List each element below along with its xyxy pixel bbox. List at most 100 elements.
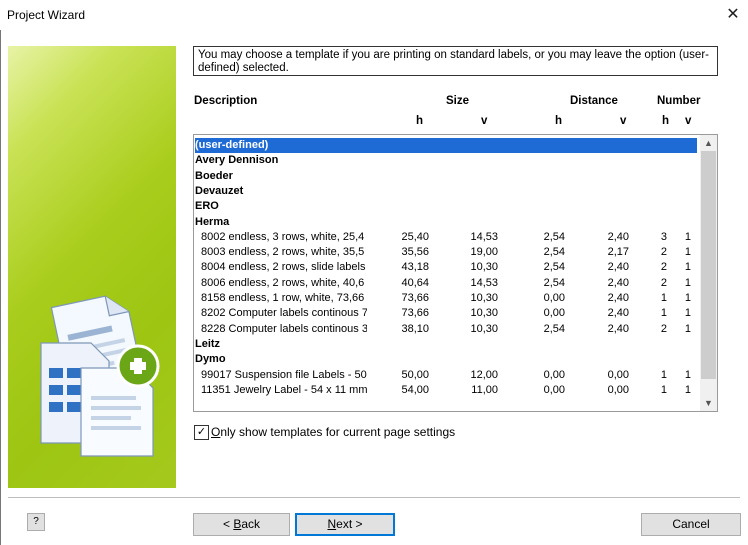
cell-distance-v: 2,40 xyxy=(607,322,629,335)
cell-description: Avery Dennison xyxy=(195,154,279,167)
close-icon[interactable]: ✕ xyxy=(718,0,748,30)
header-number-v: v xyxy=(685,115,692,127)
cancel-button[interactable]: Cancel xyxy=(641,513,741,536)
cell-number-h: 2 xyxy=(660,276,667,289)
document-add-illustration-icon xyxy=(40,295,160,457)
back-button[interactable]: < Back xyxy=(193,513,290,536)
template-group-row[interactable]: Avery Dennison xyxy=(195,153,697,168)
template-list[interactable]: 11351 Jewelry Label - 54 x 11 mm 54,00 11,… xyxy=(193,134,718,412)
cell-description: 8202 Computer labels continous 7 xyxy=(201,307,367,320)
cell-size-v: 10,30 xyxy=(470,322,498,335)
cell-description: Devauzet xyxy=(195,184,244,197)
cell-description: 8228 Computer labels continous 3 xyxy=(201,322,367,335)
next-button[interactable]: Next > xyxy=(295,513,395,536)
title-bar: Project Wizard ✕ xyxy=(0,0,748,30)
cell-size-h: 73,66 xyxy=(401,292,429,304)
cell-size-v: 12,00 xyxy=(470,368,498,381)
scroll-down-arrow-icon[interactable]: ▼ xyxy=(700,395,717,411)
cell-description: 8003 endless, 2 rows, white, 35,5 xyxy=(201,246,365,259)
cell-number-v: 1 xyxy=(684,383,691,396)
cell-distance-h: 0,00 xyxy=(543,368,565,381)
cell-size-v: 11,00 xyxy=(471,383,498,396)
template-row[interactable]: 8006 endless, 2 rows, white, 40,6 40,64 14… xyxy=(195,276,697,291)
cell-distance-v: 2,40 xyxy=(607,230,629,243)
cell-number-h: 1 xyxy=(660,292,667,304)
cell-size-h: 25,40 xyxy=(401,230,429,243)
cell-number-v: 1 xyxy=(684,246,691,259)
cell-distance-h: 0,00 xyxy=(543,383,565,396)
cell-description: 8002 endless, 3 rows, white, 25,4 xyxy=(201,230,365,243)
cell-size-v: 14,53 xyxy=(470,276,498,289)
template-group-row[interactable]: ERO xyxy=(195,199,697,214)
cell-distance-h: 0,00 xyxy=(543,292,565,304)
window-left-edge xyxy=(0,30,1,545)
cell-size-v: 14,53 xyxy=(470,230,498,243)
header-size-h: h xyxy=(416,115,424,127)
cell-distance-v: 0,00 xyxy=(607,383,629,396)
cell-size-v: 10,30 xyxy=(470,261,498,274)
template-group-row[interactable]: Herma xyxy=(195,215,697,230)
scroll-up-arrow-icon[interactable]: ▲ xyxy=(700,135,717,151)
cell-number-v: 1 xyxy=(684,276,691,289)
cell-size-v: 10,30 xyxy=(470,307,498,320)
instructions-text: You may choose a template if you are pri… xyxy=(193,46,718,76)
header-description: Description xyxy=(194,95,258,107)
cell-distance-v: 2,40 xyxy=(607,261,629,274)
template-row[interactable]: 99017 Suspension file Labels - 50 50,00 12… xyxy=(195,368,697,383)
wizard-side-panel xyxy=(8,46,176,488)
list-scrollbar[interactable]: ▲ ▼ xyxy=(700,135,717,411)
template-group-row[interactable]: Leitz xyxy=(195,337,697,352)
template-row[interactable]: 8004 endless, 2 rows, slide labels 43,18 1… xyxy=(195,260,697,275)
only-current-page-checkbox[interactable]: ✓ xyxy=(194,425,209,440)
cell-number-h: 2 xyxy=(660,322,667,335)
cell-distance-v: 2,40 xyxy=(607,292,629,304)
cell-size-h: 40,64 xyxy=(401,276,429,289)
cell-distance-h: 2,54 xyxy=(543,246,565,259)
cell-distance-v: 0,00 xyxy=(607,368,629,381)
cell-distance-v: 2,17 xyxy=(607,246,629,259)
cell-description: ERO xyxy=(195,200,219,213)
cell-size-v: 19,00 xyxy=(470,246,498,259)
template-row[interactable]: 11351 Jewelry Label - 54 x 11 mm 54,00 11,… xyxy=(195,383,697,398)
cell-number-h: 3 xyxy=(660,230,667,243)
header-distance-h: h xyxy=(555,115,563,127)
cell-description: 8004 endless, 2 rows, slide labels xyxy=(201,261,366,274)
template-row[interactable]: 8002 endless, 3 rows, white, 25,4 25,40 14… xyxy=(195,230,697,245)
cell-description: 8006 endless, 2 rows, white, 40,6 xyxy=(201,276,365,289)
cell-description: Boeder xyxy=(195,169,233,182)
header-size: Size xyxy=(446,95,470,107)
header-distance-v: v xyxy=(620,115,627,127)
cell-description: Herma xyxy=(195,215,230,228)
template-group-row[interactable]: Dymo xyxy=(195,352,697,367)
template-group-row[interactable]: Devauzet xyxy=(195,184,697,199)
template-row[interactable]: 8158 endless, 1 row, white, 73,66 73,66 1 0… xyxy=(195,291,697,306)
cell-number-v: 1 xyxy=(684,261,691,274)
cell-distance-v: 2,40 xyxy=(607,276,629,289)
cell-description: 11351 Jewelry Label - 54 x 11 mm xyxy=(201,383,367,396)
window-title: Project Wizard xyxy=(7,8,86,22)
only-current-page-label[interactable]: Only show templates for current page set… xyxy=(211,425,455,439)
cell-size-h: 73,66 xyxy=(401,307,429,320)
cell-number-v: 1 xyxy=(684,230,691,243)
cell-number-v: 1 xyxy=(684,307,691,320)
template-row[interactable]: 8228 Computer labels continous 3 38,10 10,… xyxy=(195,322,697,337)
cell-description: 99017 Suspension file Labels - 50 xyxy=(201,368,367,381)
cell-size-h: 50,00 xyxy=(401,368,429,381)
template-group-row[interactable]: Boeder xyxy=(195,169,697,184)
scrollbar-thumb[interactable] xyxy=(701,151,716,379)
template-row[interactable]: 8003 endless, 2 rows, white, 35,5 35,56 19… xyxy=(195,245,697,260)
cell-number-h: 1 xyxy=(660,307,667,320)
cell-distance-v: 2,40 xyxy=(607,307,629,320)
cell-size-h: 38,10 xyxy=(401,322,429,335)
template-row[interactable]: 8202 Computer labels continous 7 73,66 10,… xyxy=(195,306,697,321)
help-button[interactable]: ? xyxy=(27,513,45,531)
header-number: Number xyxy=(657,95,701,107)
cell-distance-h: 2,54 xyxy=(543,276,565,289)
cell-number-v: 1 xyxy=(684,322,691,335)
template-group-row[interactable]: (user-defined) xyxy=(195,138,697,153)
cell-number-h: 1 xyxy=(660,383,667,396)
cell-description: 8158 endless, 1 row, white, 73,66 xyxy=(201,292,365,304)
cell-number-h: 1 xyxy=(660,368,667,381)
cell-number-v: 1 xyxy=(684,368,691,381)
cell-number-h: 2 xyxy=(660,246,667,259)
